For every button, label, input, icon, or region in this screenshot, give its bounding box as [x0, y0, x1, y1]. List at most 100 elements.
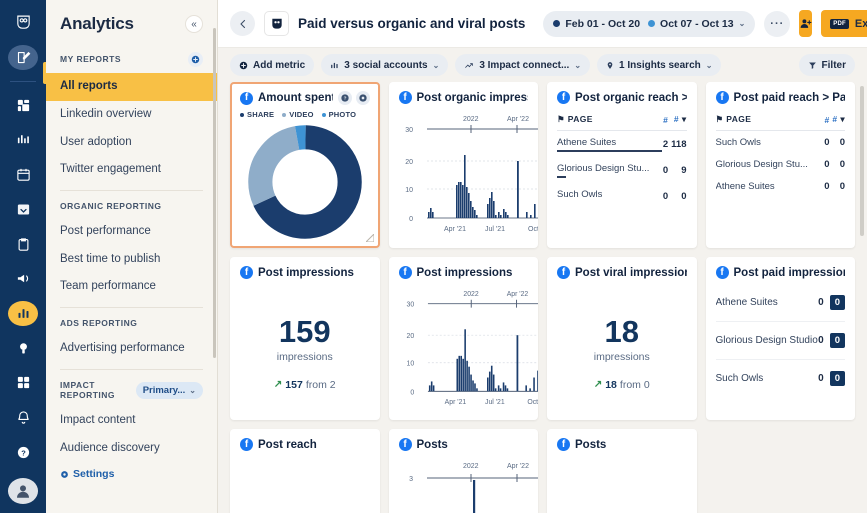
sidebar-item-all-reports[interactable]: All reports [46, 73, 217, 101]
table-row[interactable]: Athene Suites 2 118 [557, 131, 687, 158]
social-accounts-filter[interactable]: 3 social accounts ⌄ [321, 54, 449, 76]
sidebar-item-advertising-performance[interactable]: Advertising performance [46, 335, 217, 363]
sidebar-item-audience-discovery[interactable]: Audience discovery [46, 435, 217, 463]
widget-post-paid-impressions[interactable]: f Post paid impression... Athene Suites … [705, 257, 855, 420]
collapse-sidebar-button[interactable]: « [185, 15, 203, 33]
facebook-icon: f [398, 266, 412, 279]
list-item[interactable]: Glorious Design Studio 0 0 [715, 322, 845, 360]
stat-delta: ↗ 157 from 2 [274, 379, 336, 391]
facebook-icon: f [240, 91, 253, 105]
list-item[interactable]: Such Owls 0 0 [716, 360, 845, 397]
table-row[interactable]: Such Owls 0 0 [557, 183, 687, 209]
stat-unit: impressions [276, 350, 333, 363]
table-row[interactable]: Glorious Design Stu... 0 9 [557, 157, 687, 183]
add-metric-button[interactable]: Add metric [230, 54, 315, 76]
insights-search-filter[interactable]: 1 Insights search ⌄ [597, 54, 722, 76]
svg-text:Apr '22: Apr '22 [506, 291, 528, 298]
impact-org-selector[interactable]: Primary... ⌄ [135, 381, 203, 399]
widget-posts-list[interactable]: f Posts [547, 429, 697, 513]
add-report-button[interactable] [188, 52, 203, 67]
sidebar-item-impact-content[interactable]: Impact content [46, 407, 217, 435]
svg-text:3: 3 [409, 476, 413, 483]
sidebar-item-user-adoption[interactable]: User adoption [46, 129, 217, 157]
svg-text:2022: 2022 [463, 291, 478, 298]
analytics-app: ? Analytics « MY REPORTS All reports Lin… [0, 0, 867, 513]
more-options-button[interactable]: ··· [764, 10, 791, 37]
svg-text:Jul '21: Jul '21 [485, 226, 505, 233]
sidebar-item-linkedin-overview[interactable]: Linkedin overview [46, 101, 217, 129]
widget-posts-chart[interactable]: f Posts 2022 Apr '22 3 [388, 429, 538, 513]
advertise-icon[interactable] [8, 266, 38, 292]
page-name: Glorious Design Studio [715, 335, 818, 346]
widget-post-organic-reach[interactable]: f Post organic reach > ... ⚑ PAGE # # ▾ [547, 82, 697, 248]
sidebar-section-ads-reporting: ADS REPORTING [46, 314, 217, 335]
cell-metric-2: 0 [839, 159, 845, 170]
widget-header: f Post organic reach > ... [557, 91, 687, 104]
sidebar-item-twitter-engagement[interactable]: Twitter engagement [46, 156, 217, 184]
widget-post-impressions-stat[interactable]: f Post impressions 159 impressions ↗ 157… [230, 257, 380, 420]
inbox-icon[interactable] [8, 196, 38, 222]
owl-logo-icon[interactable] [8, 10, 38, 36]
cell-metric-2: 0 [681, 191, 687, 202]
grid-scrollbar[interactable] [860, 86, 864, 236]
widget-grid: f Amount spent ? SHARE VIDEO PHOTO f Pos… [230, 82, 855, 513]
svg-text:Apr '21: Apr '21 [444, 399, 466, 406]
streams-icon[interactable] [8, 92, 38, 118]
bar-chart: 2022 Apr '22 3 [409, 463, 538, 513]
sidebar-item-best-time-to-publish[interactable]: Best time to publish [46, 246, 217, 274]
impact-connections-filter[interactable]: 3 Impact connect... ⌄ [455, 54, 591, 76]
table-row[interactable]: Such Owls 0 0 [716, 131, 846, 154]
share-button[interactable] [799, 10, 813, 37]
sidebar-item-post-performance[interactable]: Post performance [46, 218, 217, 246]
sidebar-scrollbar[interactable] [213, 28, 216, 358]
column-metric-2[interactable]: # ▾ [668, 109, 687, 131]
planner-icon[interactable] [8, 162, 38, 188]
widget-amount-spent[interactable]: f Amount spent ? SHARE VIDEO PHOTO [230, 82, 380, 248]
widget-post-organic-impressions[interactable]: f Post organic impressi... 2022 Apr '22 … [388, 82, 538, 248]
analytics-icon[interactable] [8, 300, 38, 327]
column-page[interactable]: ⚑ PAGE [557, 109, 662, 131]
widget-post-paid-reach[interactable]: f Post paid reach > Page ⚑ PAGE # # ▾ [705, 82, 855, 248]
organic-reach-table: ⚑ PAGE # # ▾ Athene Suites 2 118 Gloriou… [557, 109, 687, 209]
apps-icon[interactable] [8, 370, 38, 396]
sidebar-section-label: IMPACT REPORTING [60, 379, 116, 401]
resize-handle-icon[interactable] [365, 234, 374, 242]
filter-button[interactable]: Filter [798, 54, 855, 76]
profile-avatar[interactable] [8, 478, 38, 504]
insights-icon[interactable] [8, 127, 38, 153]
list-item[interactable]: Athene Suites 0 0 [715, 284, 845, 322]
widget-title: Post paid impression... [733, 266, 846, 279]
export-button[interactable]: PDF Export ⌄ [821, 10, 867, 37]
widget-title: Post impressions [258, 266, 354, 279]
column-metric-2[interactable]: # ▾ [829, 109, 845, 131]
table-row[interactable]: Glorious Design Stu... 0 0 [716, 153, 846, 175]
facebook-icon: f [715, 91, 729, 104]
ideas-icon[interactable] [8, 335, 38, 361]
back-button[interactable] [230, 11, 255, 36]
help-icon[interactable]: ? [337, 91, 352, 105]
sidebar-item-team-performance[interactable]: Team performance [46, 273, 217, 301]
legend-item-video: VIDEO [282, 110, 313, 119]
widget-header: f Posts [398, 438, 529, 451]
funnel-icon [808, 62, 816, 69]
gear-icon[interactable] [355, 91, 370, 105]
date-range-selector[interactable]: Feb 01 - Oct 20 Oct 07 - Oct 13 ⌄ [543, 10, 756, 37]
content-icon[interactable] [8, 231, 38, 257]
compose-icon[interactable] [8, 44, 38, 71]
table-row[interactable]: Athene Suites 0 0 [716, 175, 846, 197]
facebook-icon: f [557, 266, 570, 279]
widget-post-impressions-chart[interactable]: f Post impressions 2022 Apr '22 30 20 10… [388, 257, 538, 420]
sidebar-item-settings[interactable]: Settings [46, 462, 217, 492]
column-page[interactable]: ⚑ PAGE [715, 109, 824, 131]
widget-post-reach[interactable]: f Post reach [230, 429, 380, 513]
global-nav-rail: ? [0, 0, 46, 513]
help-icon[interactable]: ? [8, 439, 38, 465]
widget-header: f Post viral impressions [557, 266, 687, 279]
trend-up-icon: ↗ [273, 379, 283, 390]
notifications-icon[interactable] [8, 405, 38, 431]
widget-post-viral-impressions[interactable]: f Post viral impressions 18 impressions … [547, 257, 697, 420]
widget-grid-scroll[interactable]: f Amount spent ? SHARE VIDEO PHOTO f Pos… [218, 82, 867, 513]
stat-delta-from: from 2 [305, 378, 336, 391]
metric-primary: 0 [818, 373, 824, 384]
facebook-icon: f [715, 266, 729, 279]
